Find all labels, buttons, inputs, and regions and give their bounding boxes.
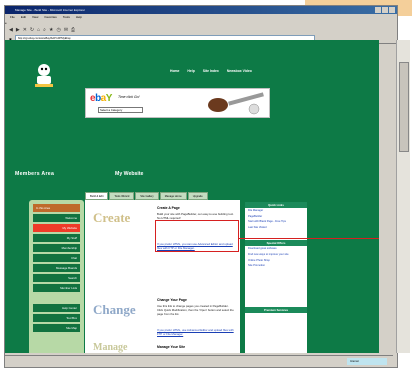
menu-view[interactable]: View: [32, 14, 38, 21]
manage-heading: Manage: [93, 342, 128, 353]
history-icon[interactable]: ◷: [56, 27, 60, 33]
sidebar-item-chat[interactable]: Chat: [33, 254, 80, 262]
right-column: Quick Links File Manager PageBuilder Sta…: [245, 202, 307, 353]
tab-upgrade[interactable]: Upgrade: [187, 192, 208, 200]
site-mascot-icon: [35, 64, 53, 87]
quick-link[interactable]: Last Site Visited: [245, 225, 307, 231]
premium-services-header: Premium Services: [245, 306, 307, 313]
section-title: Members Area: [15, 171, 55, 177]
title-bar: Manage Site - Build Site - Microsoft Int…: [5, 6, 397, 14]
sidebar-item-welcome[interactable]: Welcome: [33, 214, 80, 222]
sidebar-item-site-map[interactable]: Site Map: [33, 324, 80, 332]
search-icon[interactable]: ⌕: [43, 27, 46, 33]
callout-line: [239, 238, 379, 239]
menu-edit[interactable]: Edit: [21, 14, 26, 21]
create-heading: Create: [93, 210, 131, 225]
refresh-icon[interactable]: ↻: [30, 27, 34, 33]
change-title[interactable]: Change Your Page: [157, 298, 187, 302]
sports-gear-image: [208, 92, 264, 115]
home-icon[interactable]: ⌂: [37, 27, 40, 33]
sidebar-item-help-center[interactable]: Help Center: [33, 304, 80, 312]
ebay-logo: ebaY: [90, 93, 112, 104]
favorites-icon[interactable]: ★: [49, 27, 53, 33]
sidebar-menu: In this Area Welcome My Website My Stuff…: [29, 200, 84, 353]
internet-zone: Internet: [347, 358, 387, 365]
nav-home[interactable]: Home: [170, 69, 179, 73]
change-heading: Change: [93, 302, 136, 317]
tab-build-edit[interactable]: Build & Edit: [85, 192, 109, 200]
forward-icon[interactable]: ▶: [16, 27, 20, 33]
vertical-scrollbar[interactable]: [396, 40, 410, 353]
window-controls: [375, 7, 395, 13]
sidebar-item-tool-box[interactable]: Tool Box: [33, 314, 80, 322]
menu-tools[interactable]: Tools: [63, 14, 70, 21]
menu-bar: File Edit View Favorites Tools Help: [5, 14, 397, 21]
special-link[interactable]: Site Promotion: [245, 263, 307, 269]
window-title: Manage Site - Build Site - Microsoft Int…: [15, 8, 86, 12]
print-icon[interactable]: ⎙: [71, 27, 75, 33]
menu-help[interactable]: Help: [76, 14, 82, 21]
sidebar-header: In this Area: [33, 204, 80, 212]
sidebar-item-search[interactable]: Search: [33, 274, 80, 282]
nav-toolbar: ◀ ▶ ✕ ↻ ⌂ ⌕ ★ ◷ ✉ ⎙: [5, 25, 397, 34]
ebay-banner-ad[interactable]: ebaY Time click Go! Select a Category: [85, 88, 270, 118]
section-subtitle: My Website: [115, 171, 144, 177]
back-icon[interactable]: ◀: [9, 27, 13, 33]
tab-site-gallery[interactable]: Site Gallery: [135, 192, 159, 200]
web-page: Home Help Site Index Newsbox Video ebaY …: [5, 40, 379, 353]
maximize-icon[interactable]: [382, 7, 388, 13]
sidebar-item-member-lists[interactable]: Member Lists: [33, 284, 80, 292]
sidebar-item-membership[interactable]: Membership: [33, 244, 80, 252]
change-advanced-link[interactable]: If you prefer HTML, use Advanced Editor …: [157, 328, 235, 336]
sidebar-item-message-boards[interactable]: Message Boards: [33, 264, 80, 272]
nav-newsbox-video[interactable]: Newsbox Video: [227, 69, 252, 73]
tab-tools-wizard[interactable]: Tools Wizard: [109, 192, 135, 200]
scrollbar-thumb[interactable]: [399, 62, 409, 152]
mail-icon[interactable]: ✉: [64, 27, 68, 33]
create-title[interactable]: Create A Page: [157, 206, 180, 210]
tab-manage-home[interactable]: Manage Home: [159, 192, 187, 200]
banner-slogan: Time click Go!: [118, 95, 140, 99]
manage-title[interactable]: Manage Your Site: [157, 345, 185, 349]
close-icon[interactable]: [389, 7, 395, 13]
minimize-icon[interactable]: [375, 7, 381, 13]
menu-file[interactable]: File: [10, 14, 15, 21]
highlight-box: [155, 220, 239, 252]
status-bar: Internet: [5, 355, 393, 366]
top-navigation: Home Help Site Index Newsbox Video: [170, 69, 252, 73]
menu-favorites[interactable]: Favorites: [44, 14, 56, 21]
category-select[interactable]: Select a Category: [98, 107, 143, 113]
change-description: Use this link to change pages you create…: [157, 304, 234, 316]
nav-help[interactable]: Help: [187, 69, 194, 73]
sidebar-item-my-stuff[interactable]: My Stuff: [33, 234, 80, 242]
sidebar-item-my-website[interactable]: My Website: [33, 224, 80, 232]
stop-icon[interactable]: ✕: [23, 27, 27, 33]
content-tabs: Build & Edit Tools Wizard Site Gallery M…: [85, 192, 208, 200]
nav-site-index[interactable]: Site Index: [203, 69, 219, 73]
create-description: Build your site with PageBuilder, our ea…: [157, 212, 234, 220]
